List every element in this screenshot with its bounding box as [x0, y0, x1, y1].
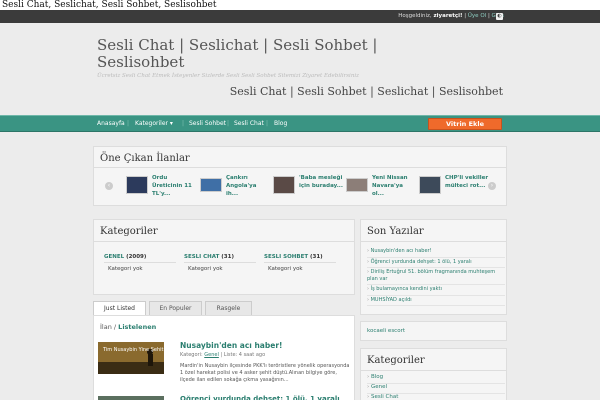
nav-divider: | [182, 120, 185, 127]
recent-post-link[interactable]: › Öğrenci yurdunda dehşet: 1 ölü, 1 yara… [367, 258, 505, 268]
featured-item[interactable]: CHP'li vekiller mülteci rot... [419, 174, 489, 206]
post-title-link[interactable]: Nusaybin'den acı haber! [180, 341, 282, 350]
meta-category-link[interactable]: Genel [204, 352, 219, 358]
welcome-text: Hoşgeldiniz, [398, 13, 432, 19]
site-tagline: Ücretsiz Sesli Chat Etmek İsteyenler Siz… [97, 73, 360, 79]
featured-thumbnail [126, 176, 148, 194]
featured-thumbnail [200, 178, 222, 192]
add-listing-button[interactable]: Vitrin Ekle [428, 118, 502, 130]
categories-title: Kategoriler [100, 226, 158, 237]
featured-title: Öne Çıkan İlanlar [100, 153, 190, 164]
featured-item[interactable]: 'Baba mesleği için buraday... [273, 174, 343, 206]
main-nav: Anasayfa | Kategoriler ▾ | Sesli Sohbet … [0, 115, 600, 132]
post-excerpt: Mardin'in Nusaybin ilçesinde PKK'lı terö… [180, 363, 350, 383]
categories-panel: Kategoriler GENEL (2009) Kategori yok SE… [93, 219, 355, 295]
site-title[interactable]: Sesli Chat | Seslichat | Sesli Sohbet | … [97, 37, 427, 71]
featured-item-title: Ordu Üreticinin 11 TL'y... [152, 175, 192, 197]
recent-posts-list: › Nusaybin'den acı haber! › Öğrenci yurd… [367, 247, 505, 306]
recent-posts-title: Son Yazılar [367, 226, 424, 237]
category-link[interactable]: SESLI SOHBET (31) [264, 254, 338, 260]
subcategory-empty: Kategori yok [108, 266, 143, 272]
subcategory-empty: Kategori yok [188, 266, 223, 272]
separator: | [464, 13, 467, 19]
post-meta: Kategori: Genel | Liste: 4 saat ago [180, 352, 265, 358]
featured-item-title: Çankırı Angola'ya ih... [226, 175, 257, 197]
sidebar-categories-panel: Kategoriler › Blog › Genel › Sesli Chat [360, 348, 507, 400]
chevron-left-icon[interactable]: ‹ [105, 182, 113, 190]
category-column: GENEL (2009) Kategori yok [104, 254, 178, 272]
listing-tabs: Just Listed En Populer Rasgele [93, 301, 355, 316]
divider [94, 241, 354, 242]
divider [94, 167, 506, 168]
meta-label: Kategori: [180, 352, 203, 358]
featured-item-title: CHP'li vekiller mülteci rot... [445, 175, 489, 189]
nav-categories[interactable]: Kategoriler ▾ [135, 120, 173, 127]
nav-divider: | [266, 120, 269, 127]
top-bar: Hoşgeldiniz, ziyaretçi! | Üye Ol | Giriş [0, 10, 600, 23]
tab-en-populer[interactable]: En Populer [149, 301, 202, 316]
rss-icon[interactable]: ◐ [496, 13, 503, 20]
nav-sesli-sohbet[interactable]: Sesli Sohbet [189, 120, 226, 127]
listing-panel: İlan / Listelenen Tim Nusaybin Yine Şehi… [93, 315, 355, 400]
sidebar-link[interactable]: kocaeli escort [367, 328, 405, 334]
thumb-caption: Tim Nusaybin Yine Şehit [102, 347, 164, 353]
nav-divider: | [227, 120, 230, 127]
recent-post-link[interactable]: › İş bulamayınca kendini yaktı [367, 285, 505, 296]
recent-post-link[interactable]: › Nusaybin'den acı haber! [367, 247, 505, 258]
post-title-link[interactable]: Öğrenci yurdunda dehşet: 1 ölü, 1 yaralı [180, 395, 350, 400]
username: ziyaretçi! [433, 13, 463, 19]
separator: | [487, 13, 490, 19]
user-greeting: Hoşgeldiniz, ziyaretçi! | Üye Ol | Giriş [398, 12, 504, 21]
divider [104, 262, 176, 263]
chevron-right-icon[interactable]: › [488, 182, 496, 190]
page-title: Sesli Chat, Seslichat, Sesli Sohbet, Ses… [0, 0, 600, 10]
category-column: SESLI SOHBET (31) Kategori yok [264, 254, 338, 272]
divider [184, 262, 256, 263]
recent-post-link[interactable]: › Diriliş Ertuğrul 51. bölüm fragmanında… [367, 268, 505, 285]
featured-item[interactable]: Yeni Nissan Navara'ya ol... [346, 174, 416, 206]
featured-thumbnail [419, 176, 441, 194]
nav-blog[interactable]: Blog [274, 120, 287, 127]
category-link[interactable]: SESLI CHAT (31) [184, 254, 258, 260]
recent-posts-panel: Son Yazılar › Nusaybin'den acı haber! › … [360, 219, 507, 315]
meta-time: | Liste: 4 saat ago [220, 352, 266, 358]
category-column: SESLI CHAT (31) Kategori yok [184, 254, 258, 272]
sidebar-category-link[interactable]: › Sesli Chat [367, 394, 505, 400]
featured-item-title: 'Baba mesleği için buraday... [299, 175, 343, 189]
featured-item-title: Yeni Nissan Navara'ya ol... [372, 175, 408, 197]
post-thumbnail[interactable] [98, 396, 164, 400]
subcategory-empty: Kategori yok [268, 266, 303, 272]
nav-home[interactable]: Anasayfa [97, 120, 125, 127]
divider [264, 262, 336, 263]
sidebar-categories-list: › Blog › Genel › Sesli Chat [367, 374, 505, 400]
nav-divider: | [127, 120, 130, 127]
post-thumbnail[interactable]: Tim Nusaybin Yine Şehit [98, 342, 164, 374]
nav-sesli-chat[interactable]: Sesli Chat [234, 120, 264, 127]
breadcrumb-prefix: İlan / [100, 323, 117, 331]
divider [361, 370, 506, 371]
featured-thumbnail [346, 178, 368, 192]
sidebar-category-link[interactable]: › Blog [367, 374, 505, 384]
sidebar-link-box: kocaeli escort [360, 321, 507, 341]
category-link[interactable]: GENEL (2009) [104, 254, 178, 260]
tab-just-listed[interactable]: Just Listed [93, 301, 146, 316]
featured-item[interactable]: Çankırı Angola'ya ih... [200, 174, 270, 206]
featured-thumbnail [273, 176, 295, 194]
featured-item[interactable]: Ordu Üreticinin 11 TL'y... [126, 174, 196, 206]
post-thumbnail-image: Tim Nusaybin Yine Şehit [98, 342, 164, 374]
featured-listings: Öne Çıkan İlanlar ‹ › Ordu Üreticinin 11… [93, 146, 507, 206]
breadcrumb-current: Listelenen [118, 323, 157, 331]
breadcrumb: İlan / Listelenen [100, 323, 156, 331]
recent-post-link[interactable]: › MUHSİYAD açıldı [367, 296, 505, 306]
signup-link[interactable]: Üye Ol [468, 13, 486, 19]
divider [361, 241, 506, 242]
header-banner: Sesli Chat | Sesli Sohbet | Seslichat | … [229, 85, 503, 98]
tab-rasgele[interactable]: Rasgele [205, 301, 252, 316]
sidebar-categories-title: Kategoriler [367, 355, 425, 366]
sidebar-category-link[interactable]: › Genel [367, 384, 505, 394]
